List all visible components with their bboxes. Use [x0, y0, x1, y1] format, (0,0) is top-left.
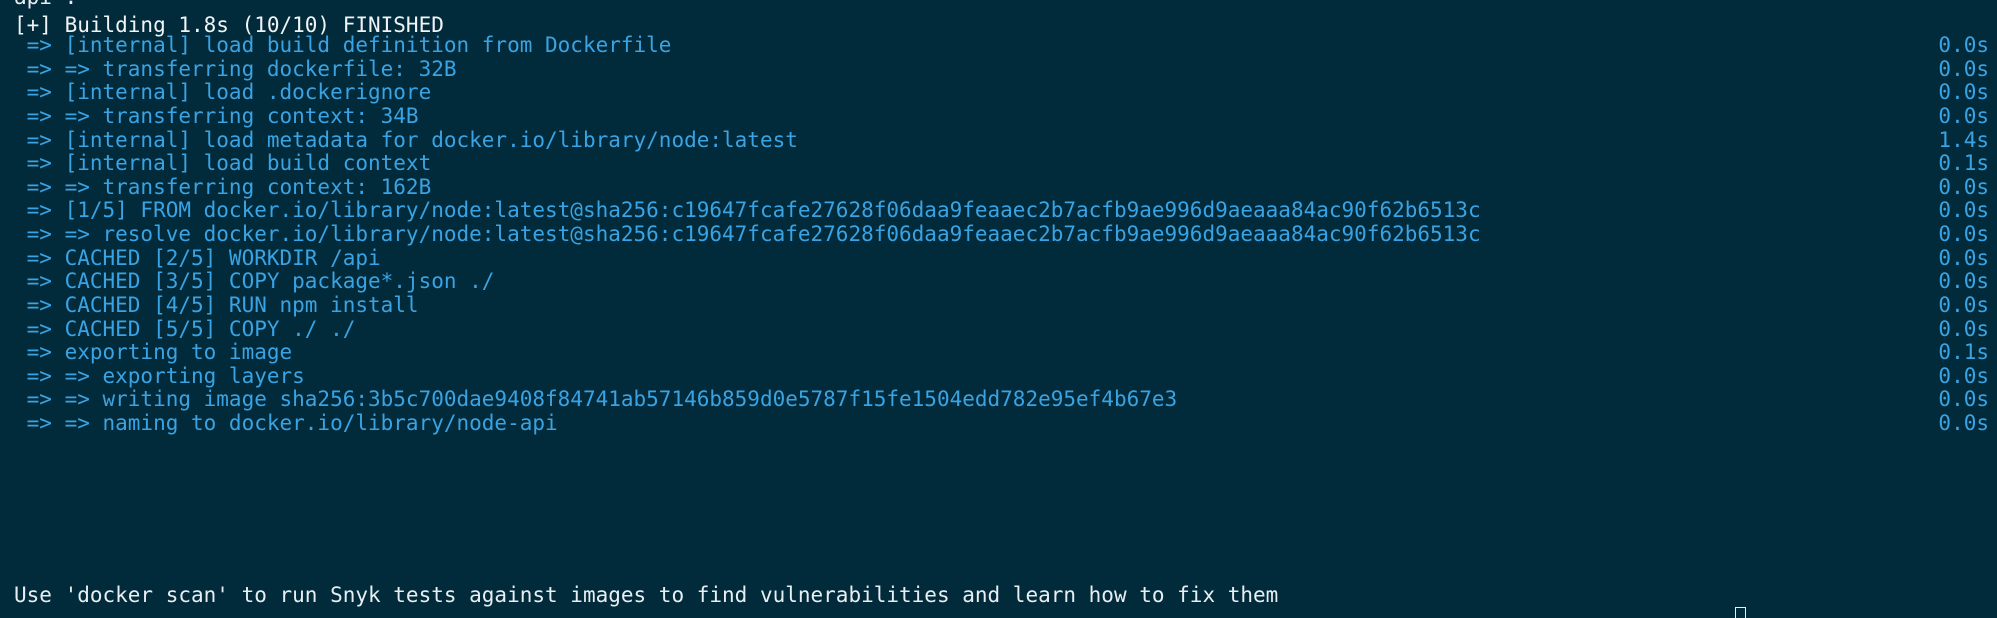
shell-prompt[interactable] [14, 603, 65, 618]
text-cursor-icon [1735, 607, 1746, 618]
build-step-time: 0.0s [1938, 411, 1989, 435]
terminal-window[interactable]: api : [+] Building 1.8s (10/10) FINISHED… [0, 0, 1997, 618]
docker-scan-hint: Use 'docker scan' to run Snyk tests agai… [14, 583, 1279, 607]
build-step-line: => => naming to docker.io/library/node-a… [14, 411, 558, 435]
